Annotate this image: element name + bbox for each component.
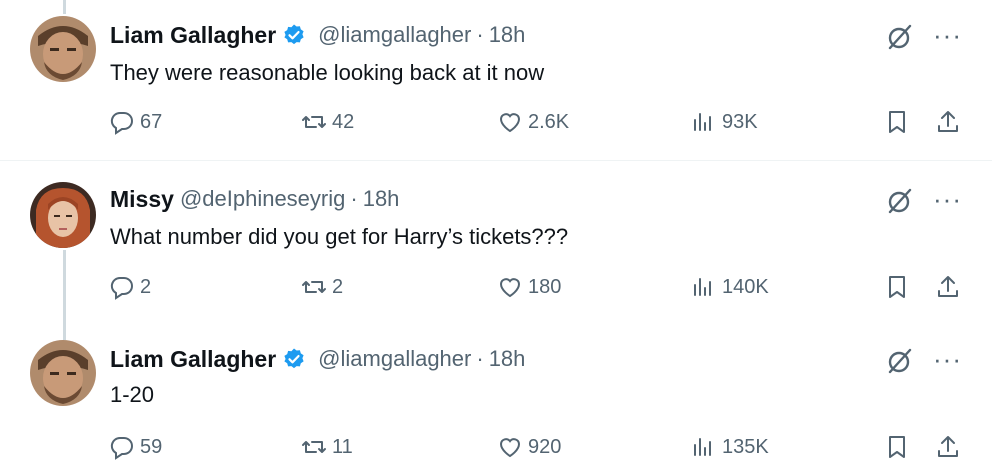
share-icon [938,436,958,457]
share-button[interactable] [934,108,966,136]
display-name[interactable]: Liam Gallagher [110,346,276,373]
grok-icon[interactable] [885,22,915,52]
views-button[interactable]: 140K [690,273,769,301]
reply-icon [110,436,133,460]
reply-button[interactable]: 59 [108,433,162,461]
bookmark-icon [889,436,905,458]
tweet-2[interactable]: Missy @deIphineseyrig · 18h What number … [0,160,992,330]
handle[interactable]: @deIphineseyrig [180,186,345,212]
reply-button[interactable]: 67 [108,108,162,136]
reply-count: 2 [140,275,152,298]
avatar[interactable] [30,182,96,248]
share-icon [938,276,958,297]
repost-icon [302,441,326,453]
like-count: 2.6K [528,110,570,133]
more-options-icon[interactable]: ··· [933,346,962,372]
like-count: 920 [528,435,562,458]
repost-icon [302,116,326,128]
like-button[interactable]: 180 [496,273,561,301]
bookmark-button[interactable] [883,108,915,136]
view-count: 140K [722,275,769,298]
tweet-text: What number did you get for Harry’s tick… [110,224,569,249]
more-options-icon[interactable]: ··· [933,186,962,212]
handle[interactable]: @liamgallagher [318,22,471,48]
view-count: 93K [722,110,758,133]
repost-button[interactable]: 2 [300,273,343,301]
share-button[interactable] [934,433,966,461]
views-button[interactable]: 135K [690,433,769,461]
repost-count: 2 [332,275,344,298]
share-button[interactable] [934,273,966,301]
repost-icon [302,281,326,293]
heart-icon [499,438,521,458]
views-icon [694,438,711,456]
tweet-1[interactable]: Liam Gallagher @liamgallagher · 18h They… [0,0,992,160]
more-options-icon[interactable]: ··· [933,22,962,48]
handle[interactable]: @liamgallagher [318,346,471,372]
bookmark-button[interactable] [883,433,915,461]
views-icon [694,278,711,296]
like-button[interactable]: 920 [496,433,561,461]
timestamp[interactable]: 18h [489,22,526,48]
timestamp[interactable]: 18h [489,346,526,372]
grok-icon[interactable] [885,346,915,376]
like-button[interactable]: 2.6K [496,108,569,136]
repost-count: 42 [332,110,355,133]
share-icon [938,111,958,132]
view-count: 135K [722,435,769,458]
heart-icon [499,113,521,133]
views-button[interactable]: 93K [690,108,758,136]
like-count: 180 [528,275,562,298]
repost-count: 11 [332,435,353,458]
display-name[interactable]: Liam Gallagher [110,22,276,49]
grok-icon[interactable] [885,186,915,216]
separator-dot: · [476,22,484,47]
heart-icon [499,278,521,298]
separator-dot: · [476,346,484,371]
avatar[interactable] [30,16,96,82]
reply-count: 67 [140,110,163,133]
reply-icon [110,111,133,135]
reply-count: 59 [140,435,163,458]
reply-button[interactable]: 2 [108,273,151,301]
tweet-3[interactable]: Liam Gallagher @liamgallagher · 18h 1-20… [0,330,992,460]
bookmark-icon [889,111,905,133]
timestamp[interactable]: 18h [363,186,400,212]
tweet-text: They were reasonable looking back at it … [110,60,545,85]
separator-dot: · [350,186,358,211]
repost-button[interactable]: 11 [300,433,353,461]
views-icon [694,113,711,131]
tweet-text: 1-20 [110,382,155,407]
bookmark-icon [889,276,905,298]
verified-badge-icon [282,347,306,371]
verified-badge-icon [282,23,306,47]
avatar[interactable] [30,340,96,406]
bookmark-button[interactable] [883,273,915,301]
repost-button[interactable]: 42 [300,108,354,136]
display-name[interactable]: Missy [110,186,174,213]
reply-icon [110,276,133,300]
